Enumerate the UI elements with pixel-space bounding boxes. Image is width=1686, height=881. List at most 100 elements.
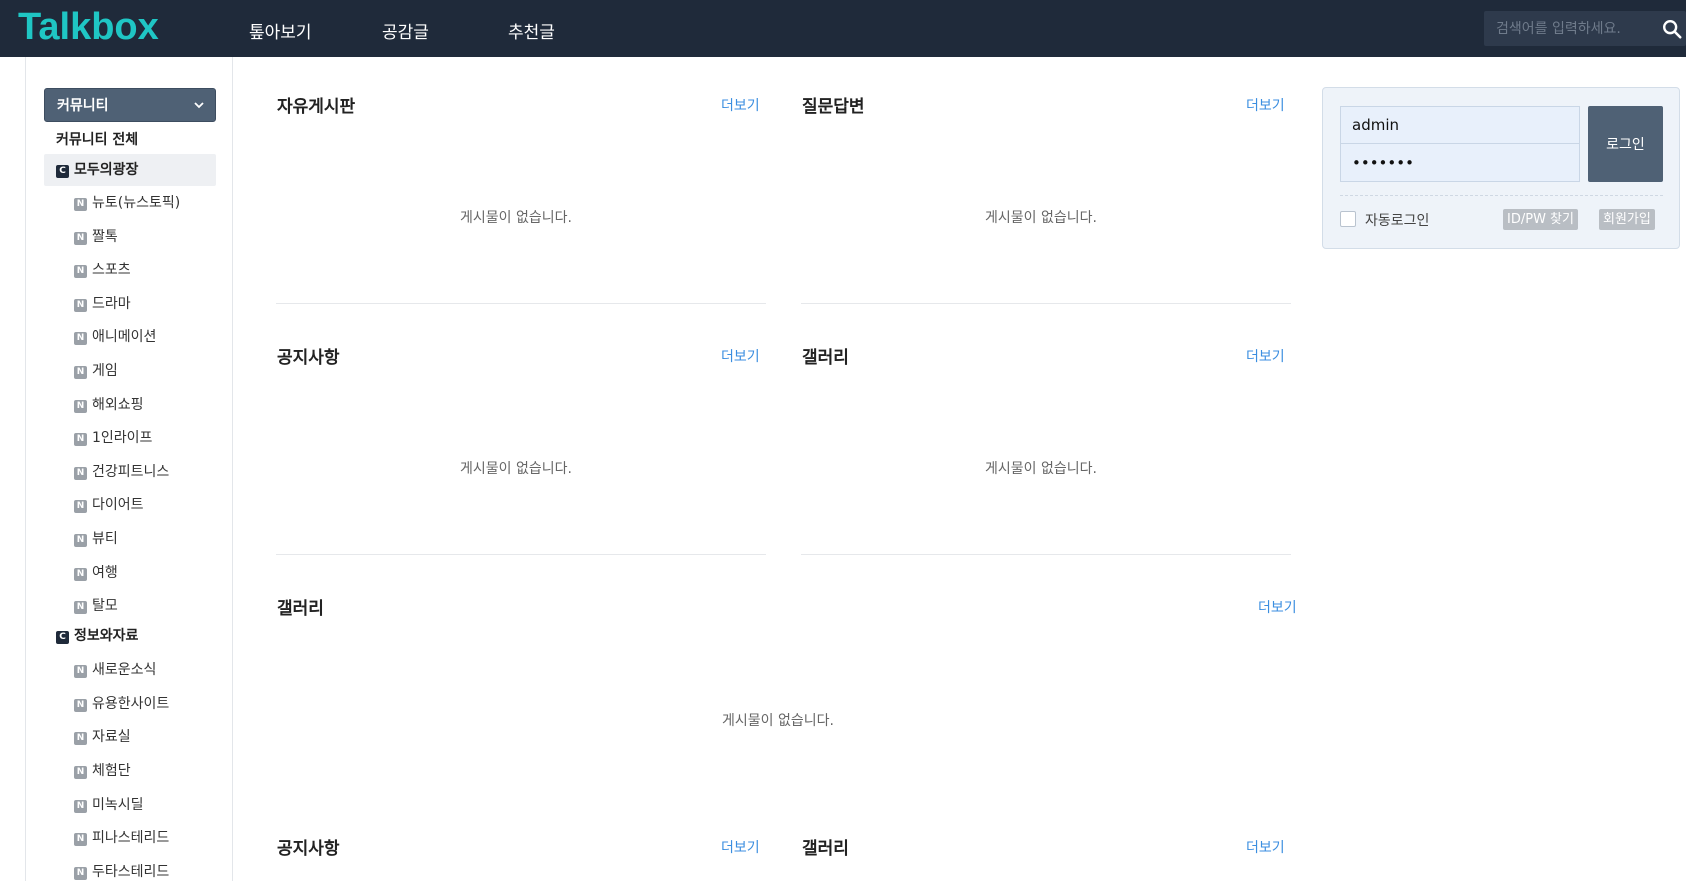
sidebar-item[interactable]: N 탈모 (74, 595, 118, 615)
login-inputs (1340, 106, 1580, 182)
sidebar-all-community[interactable]: 커뮤니티 전체 (56, 129, 138, 149)
search-input[interactable] (1484, 11, 1654, 46)
category-badge-icon: C (56, 631, 69, 644)
sidebar-item[interactable]: N 건강피트니스 (74, 461, 169, 481)
empty-message: 게시물이 없습니다. (460, 461, 572, 477)
sidebar-group-info[interactable]: C 정보와자료 (44, 620, 216, 652)
board-title-notice[interactable]: 공지사항 (277, 343, 340, 368)
new-badge-icon: N (74, 766, 87, 779)
board-title-notice-2[interactable]: 공지사항 (277, 834, 340, 859)
new-badge-icon: N (74, 800, 87, 813)
sidebar-item[interactable]: N 다이어트 (74, 494, 144, 514)
nav-item-browse[interactable]: 톺아보기 (249, 18, 312, 43)
sidebar-group-label: 정보와자료 (74, 628, 139, 644)
new-badge-icon: N (74, 601, 87, 614)
sidebar-item[interactable]: N 뷰티 (74, 528, 118, 548)
search-icon[interactable] (1661, 18, 1683, 40)
sidebar-item[interactable]: N 해외쇼핑 (74, 394, 144, 414)
board-title-free[interactable]: 자유게시판 (277, 92, 355, 117)
sidebar-item-label: 체험단 (92, 763, 131, 779)
auto-login-label[interactable]: 자동로그인 (1365, 210, 1429, 230)
sidebar-item[interactable]: N 미녹시딜 (74, 794, 144, 814)
main-nav: 톺아보기 공감글 추천글 (0, 0, 700, 57)
top-header: Talkbox 톺아보기 공감글 추천글 (0, 0, 1686, 57)
board-divider (276, 554, 766, 555)
sidebar-item-label: 피나스테리드 (92, 830, 170, 846)
new-badge-icon: N (74, 265, 87, 278)
more-link-gallery-2[interactable]: 더보기 (1246, 837, 1285, 857)
sidebar-item-label: 두타스테리드 (92, 864, 170, 880)
new-badge-icon: N (74, 699, 87, 712)
sidebar-item[interactable]: N 뉴토(뉴스토픽) (74, 192, 180, 212)
sidebar-item-label: 해외쇼핑 (92, 397, 144, 413)
sidebar-item-label: 애니메이션 (92, 329, 157, 345)
sidebar-item[interactable]: N 두타스테리드 (74, 861, 169, 881)
new-badge-icon: N (74, 232, 87, 245)
more-link-gallery-wide[interactable]: 더보기 (1258, 597, 1297, 617)
signup-button[interactable]: 회원가입 (1599, 209, 1655, 230)
left-sidebar: 커뮤니티 커뮤니티 전체 C 모두의광장 N 뉴토(뉴스토픽) N 짤톡 N 스포츠 N… (25, 57, 233, 881)
sidebar-item[interactable]: N 애니메이션 (74, 326, 156, 346)
empty-message: 게시물이 없습니다. (460, 210, 572, 226)
sidebar-group-plaza[interactable]: C 모두의광장 (44, 154, 216, 186)
sidebar-item-label: 짤톡 (92, 229, 118, 245)
sidebar-item-label: 다이어트 (92, 497, 144, 513)
sidebar-item[interactable]: N 피나스테리드 (74, 827, 169, 847)
sidebar-item-label: 1인라이프 (92, 430, 153, 446)
board-divider (276, 303, 766, 304)
sidebar-item[interactable]: N 게임 (74, 360, 118, 380)
new-badge-icon: N (74, 867, 87, 880)
sidebar-group-label: 모두의광장 (74, 162, 139, 178)
sidebar-item-label: 탈모 (92, 598, 118, 614)
nav-item-empathy[interactable]: 공감글 (382, 18, 429, 43)
sidebar-item[interactable]: N 스포츠 (74, 259, 131, 279)
sidebar-item[interactable]: N 체험단 (74, 760, 131, 780)
more-link-notice[interactable]: 더보기 (721, 346, 760, 366)
new-badge-icon: N (74, 433, 87, 446)
board-title-gallery-2[interactable]: 갤러리 (802, 834, 849, 859)
new-badge-icon: N (74, 400, 87, 413)
sidebar-item[interactable]: N 짤톡 (74, 226, 118, 246)
sidebar-item-label: 새로운소식 (92, 662, 157, 678)
sidebar-item[interactable]: N 드라마 (74, 293, 131, 313)
sidebar-item-label: 미녹시딜 (92, 797, 144, 813)
empty-message: 게시물이 없습니다. (985, 210, 1097, 226)
new-badge-icon: N (74, 833, 87, 846)
sidebar-item[interactable]: N 새로운소식 (74, 659, 156, 679)
more-link-free[interactable]: 더보기 (721, 95, 760, 115)
password-field[interactable] (1341, 144, 1579, 181)
username-field[interactable] (1341, 107, 1579, 144)
sidebar-item-label: 자료실 (92, 729, 131, 745)
empty-message: 게시물이 없습니다. (722, 713, 834, 729)
board-divider (801, 554, 1291, 555)
board-divider (801, 303, 1291, 304)
sidebar-item[interactable]: N 자료실 (74, 726, 131, 746)
board-title-gallery-wide[interactable]: 갤러리 (277, 594, 324, 619)
community-select[interactable]: 커뮤니티 (44, 88, 216, 122)
new-badge-icon: N (74, 299, 87, 312)
category-badge-icon: C (56, 165, 69, 178)
more-link-gallery[interactable]: 더보기 (1246, 346, 1285, 366)
community-select-label: 커뮤니티 (57, 98, 109, 114)
new-badge-icon: N (74, 665, 87, 678)
find-idpw-button[interactable]: ID/PW 찾기 (1503, 209, 1578, 230)
sidebar-item[interactable]: N 유용한사이트 (74, 693, 169, 713)
sidebar-item-label: 뉴토(뉴스토픽) (92, 195, 181, 211)
sidebar-item-label: 유용한사이트 (92, 696, 170, 712)
search-box (1484, 11, 1686, 46)
login-button[interactable]: 로그인 (1588, 106, 1663, 182)
new-badge-icon: N (74, 500, 87, 513)
board-title-gallery[interactable]: 갤러리 (802, 343, 849, 368)
sidebar-item[interactable]: N 1인라이프 (74, 427, 152, 447)
new-badge-icon: N (74, 198, 87, 211)
board-title-qna[interactable]: 질문답변 (802, 92, 865, 117)
sidebar-item-label: 게임 (92, 363, 118, 379)
sidebar-item[interactable]: N 여행 (74, 562, 118, 582)
login-panel: 로그인 자동로그인 ID/PW 찾기 회원가입 (1322, 87, 1680, 249)
auto-login-checkbox[interactable] (1340, 211, 1356, 227)
nav-item-recommended[interactable]: 추천글 (508, 18, 555, 43)
more-link-notice-2[interactable]: 더보기 (721, 837, 760, 857)
sidebar-item-label: 뷰티 (92, 531, 118, 547)
new-badge-icon: N (74, 366, 87, 379)
more-link-qna[interactable]: 더보기 (1246, 95, 1285, 115)
